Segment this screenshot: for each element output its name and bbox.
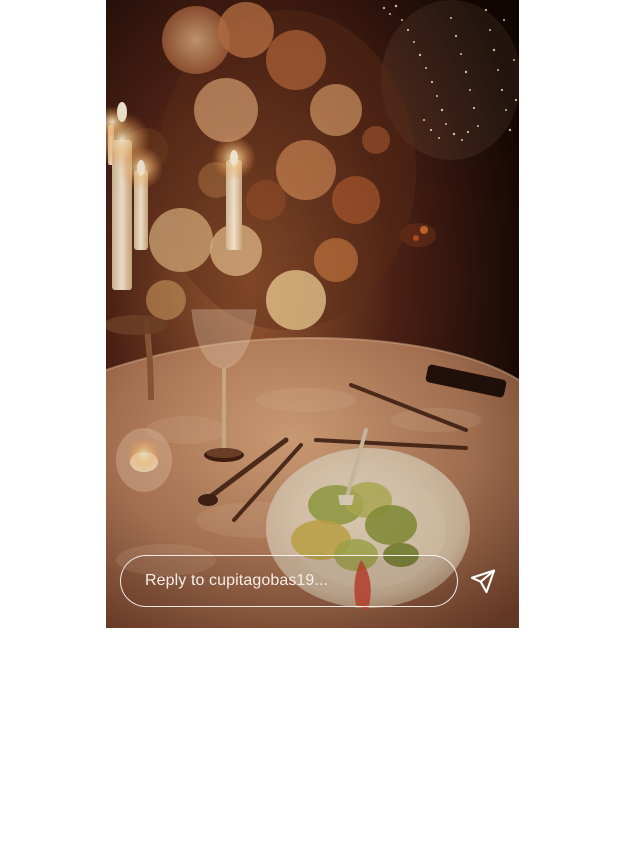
page: Reply to cupitagobas19... [0,0,640,853]
story-viewer[interactable]: Reply to cupitagobas19... [106,0,519,628]
send-button[interactable] [467,565,499,597]
paper-plane-icon [470,569,496,594]
reply-placeholder: Reply to cupitagobas19... [145,572,329,589]
story-photo [106,0,519,628]
reply-input[interactable]: Reply to cupitagobas19... [120,555,458,607]
